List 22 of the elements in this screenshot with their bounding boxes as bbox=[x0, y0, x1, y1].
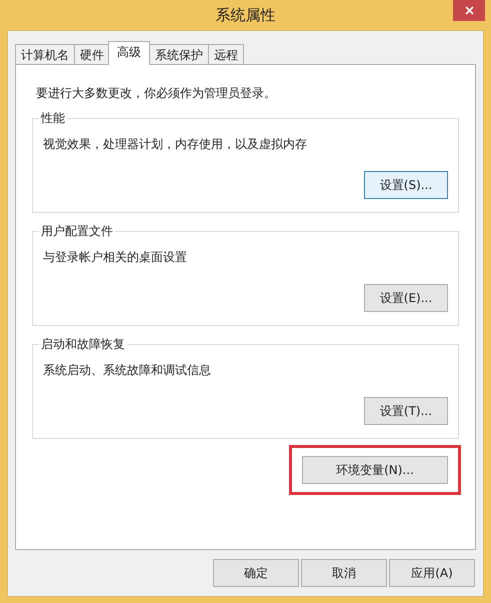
tab[interactable]: 系统保护 bbox=[149, 44, 209, 64]
settings-button[interactable]: 设置(S)... bbox=[364, 171, 448, 199]
notice-text: 要进行大多数更改，你必须作为管理员登录。 bbox=[36, 85, 277, 102]
group-description: 与登录帐户相关的桌面设置 bbox=[43, 249, 188, 266]
dialog-button[interactable]: 应用(A) bbox=[389, 559, 475, 587]
close-icon bbox=[464, 6, 474, 15]
dialog-button[interactable]: 确定 bbox=[213, 559, 299, 587]
window-title: 系统属性 bbox=[216, 4, 276, 26]
tab[interactable]: 硬件 bbox=[74, 44, 110, 64]
group-title: 性能 bbox=[39, 110, 67, 126]
settings-button[interactable]: 设置(E)... bbox=[364, 284, 448, 312]
close-button[interactable] bbox=[453, 0, 485, 21]
settings-button[interactable]: 设置(T)... bbox=[364, 397, 448, 425]
group-description: 视觉效果，处理器计划，内存使用，以及虚拟内存 bbox=[43, 136, 308, 153]
group-title: 启动和故障恢复 bbox=[39, 336, 127, 352]
group-description: 系统启动、系统故障和调试信息 bbox=[43, 362, 212, 379]
tab[interactable]: 高级 bbox=[108, 41, 150, 65]
environment-variables-button[interactable]: 环境变量(N)... bbox=[302, 456, 448, 484]
tab[interactable]: 远程 bbox=[208, 44, 244, 64]
dialog-button[interactable]: 取消 bbox=[301, 559, 387, 587]
group-title: 用户配置文件 bbox=[39, 223, 115, 239]
tab[interactable]: 计算机名 bbox=[15, 44, 75, 64]
